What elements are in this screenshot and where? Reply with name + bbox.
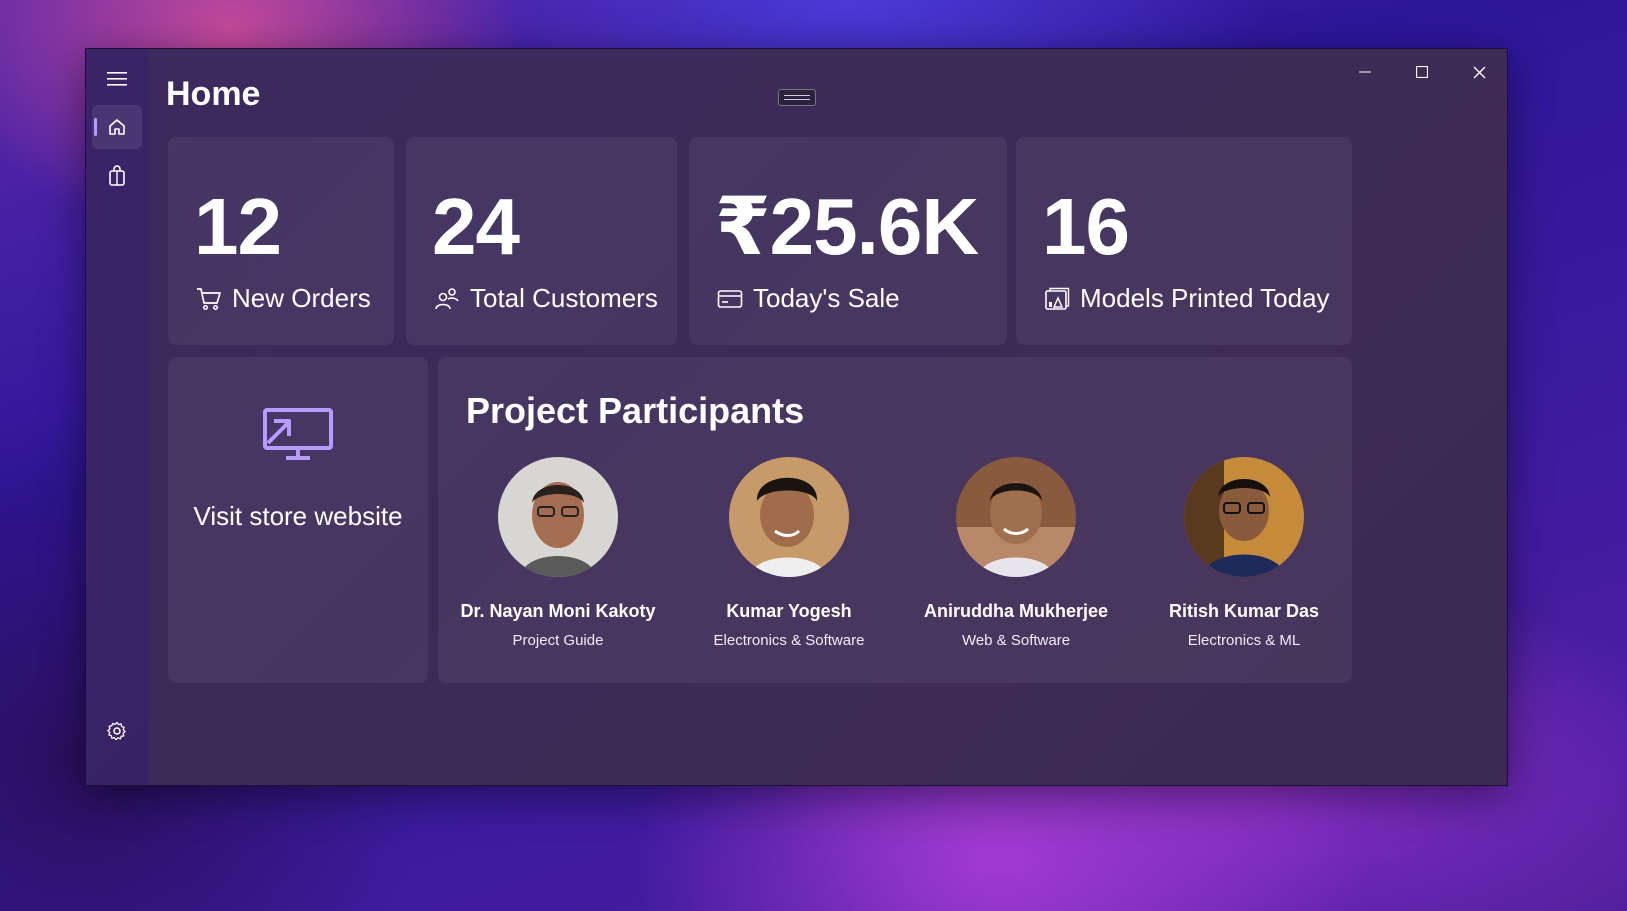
navigation-rail	[86, 49, 148, 785]
app-window: Home 12 New Orders 24 Total Customers ₹2…	[85, 48, 1508, 786]
participant-role: Electronics & ML	[1187, 632, 1301, 649]
image-chart-icon	[1045, 287, 1070, 310]
stat-value: 12	[194, 182, 282, 271]
participant-name: Ritish Kumar Das	[1168, 601, 1320, 621]
page-title: Home	[166, 75, 261, 113]
avatar	[1184, 457, 1304, 577]
nav-item-home[interactable]	[92, 105, 142, 149]
avatar	[498, 457, 618, 577]
participants-title: Project Participants	[466, 390, 805, 431]
participant-name: Kumar Yogesh	[726, 601, 852, 621]
stat-label-row: Models Printed Today	[1044, 283, 1330, 314]
stat-value: 16	[1042, 182, 1130, 271]
close-icon	[1473, 66, 1485, 78]
credit-card-icon	[717, 289, 743, 308]
settings-gear-icon	[107, 721, 126, 741]
avatar	[729, 457, 849, 577]
home-icon	[109, 119, 125, 135]
participant-card[interactable]: Aniruddha Mukherjee Web & Software	[896, 457, 1136, 649]
participant-name: Dr. Nayan Moni Kakoty	[460, 601, 656, 621]
participant-name: Aniruddha Mukherjee	[923, 601, 1109, 621]
visit-store-card[interactable]: Visit store website	[168, 357, 428, 683]
grip-icon	[784, 95, 810, 100]
participant-card[interactable]: Ritish Kumar Das Electronics & ML	[1124, 457, 1364, 649]
stat-label: Models Printed Today	[1080, 283, 1330, 313]
close-button[interactable]	[1456, 57, 1502, 87]
nav-item-settings[interactable]	[92, 709, 142, 753]
nav-item-orders[interactable]	[92, 154, 142, 198]
stat-label-row: New Orders	[196, 283, 371, 314]
cart-icon	[197, 287, 221, 310]
minimize-icon	[1359, 71, 1371, 73]
stat-card-new-orders[interactable]: 12 New Orders	[168, 137, 394, 345]
stat-label: Today's Sale	[753, 283, 900, 313]
maximize-icon	[1416, 66, 1428, 78]
people-icon	[435, 287, 459, 309]
participant-card[interactable]: Kumar Yogesh Electronics & Software	[669, 457, 909, 649]
participant-card[interactable]: Dr. Nayan Moni Kakoty Project Guide	[438, 457, 678, 649]
stat-card-todays-sale[interactable]: ₹25.6K Today's Sale	[689, 137, 1007, 345]
stat-value: ₹25.6K	[715, 182, 979, 271]
drag-handle[interactable]	[778, 89, 816, 106]
stat-label: New Orders	[232, 283, 371, 313]
stat-card-models-printed[interactable]: 16 Models Printed Today	[1016, 137, 1352, 345]
participants-card: Project Participants Dr. Nayan Moni Kako…	[438, 357, 1352, 683]
avatar	[956, 457, 1076, 577]
minimize-button[interactable]	[1342, 57, 1388, 87]
participant-role: Electronics & Software	[713, 632, 865, 649]
selection-indicator	[94, 118, 97, 136]
stat-value: 24	[432, 182, 520, 271]
stat-card-total-customers[interactable]: 24 Total Customers	[406, 137, 677, 345]
stat-label: Total Customers	[470, 283, 658, 313]
shopping-bag-icon	[109, 165, 125, 186]
visit-store-label: Visit store website	[193, 501, 403, 531]
monitor-share-icon	[263, 408, 333, 460]
stat-label-row: Total Customers	[434, 283, 658, 314]
maximize-button[interactable]	[1399, 57, 1445, 87]
stat-label-row: Today's Sale	[717, 283, 900, 314]
participant-role: Project Guide	[512, 632, 604, 649]
hamburger-menu-icon	[107, 72, 127, 86]
participant-role: Web & Software	[961, 632, 1071, 649]
menu-toggle-button[interactable]	[92, 57, 142, 101]
